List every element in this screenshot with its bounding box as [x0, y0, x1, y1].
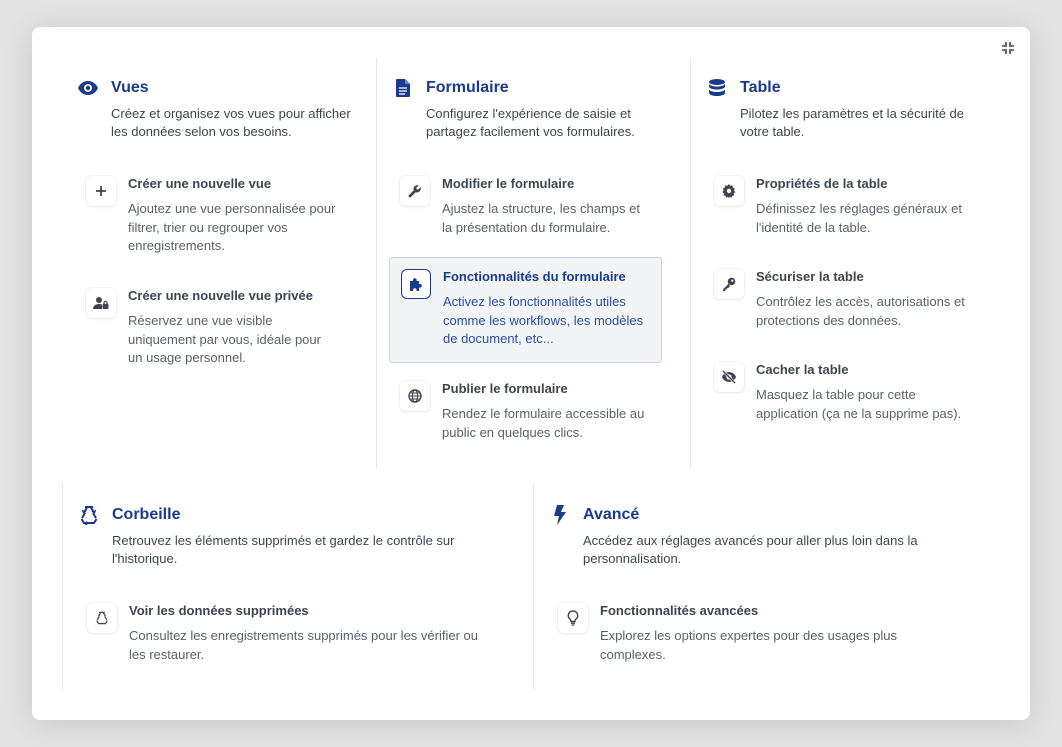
section-description: Retrouvez les éléments supprimés et gard…: [112, 533, 455, 566]
collapse-icon[interactable]: [997, 40, 1019, 56]
secure-table-item[interactable]: Sécuriser la table Contrôlez les accès, …: [714, 269, 984, 330]
user-lock-icon: [86, 288, 116, 318]
publish-form-item[interactable]: Publier le formulaire Rendez le formulai…: [400, 381, 660, 442]
item-title: Publier le formulaire: [442, 381, 568, 396]
wrench-icon: [400, 176, 430, 206]
form-features-item[interactable]: Fonctionnalités du formulaire Activez le…: [389, 257, 662, 363]
item-title: Cacher la table: [756, 362, 849, 377]
item-title: Propriétés de la table: [756, 176, 888, 191]
item-description: Masquez la table pour cette application …: [756, 387, 962, 421]
section-title: Avancé: [583, 506, 640, 523]
section-table: Table Pilotez les paramètres et la sécur…: [706, 77, 975, 141]
view-deleted-data-item[interactable]: Voir les données supprimées Consultez le…: [87, 603, 507, 664]
divider: [533, 483, 534, 690]
divider: [376, 58, 377, 468]
section-corbeille: Corbeille Retrouvez les éléments supprim…: [78, 504, 472, 568]
globe-icon: [400, 381, 430, 411]
plus-icon: [86, 176, 116, 206]
item-description: Ajoutez une vue personnalisée pour filtr…: [128, 201, 336, 253]
section-description: Configurez l'expérience de saisie et par…: [426, 106, 635, 139]
item-description: Ajustez la structure, les champs et la p…: [442, 201, 640, 235]
item-description: Contrôlez les accès, autorisations et pr…: [756, 294, 965, 328]
item-title: Modifier le formulaire: [442, 176, 575, 191]
item-title: Voir les données supprimées: [129, 603, 309, 618]
section-title: Corbeille: [112, 506, 181, 523]
lightbulb-icon: [558, 603, 588, 633]
section-description: Créez et organisez vos vues pour affiche…: [111, 106, 351, 139]
advanced-features-item[interactable]: Fonctionnalités avancées Explorez les op…: [558, 603, 978, 664]
item-description: Réservez une vue visible uniquement par …: [128, 313, 321, 365]
item-description: Rendez le formulaire accessible au publi…: [442, 406, 645, 440]
key-icon: [714, 269, 744, 299]
table-properties-item[interactable]: Propriétés de la table Définissez les ré…: [714, 176, 984, 237]
section-title: Vues: [111, 79, 149, 96]
section-avance: Avancé Accédez aux réglages avancés pour…: [549, 504, 943, 568]
database-icon: [706, 77, 728, 99]
eye-icon: [77, 77, 99, 99]
create-view-item[interactable]: Créer une nouvelle vue Ajoutez une vue p…: [86, 176, 356, 256]
section-description: Accédez aux réglages avancés pour aller …: [583, 533, 918, 566]
section-title: Table: [740, 79, 781, 96]
section-title: Formulaire: [426, 79, 509, 96]
section-formulaire: Formulaire Configurez l'expérience de sa…: [392, 77, 656, 141]
recycle-icon: [87, 603, 117, 633]
hide-table-item[interactable]: Cacher la table Masquez la table pour ce…: [714, 362, 984, 423]
section-description: Pilotez les paramètres et la sécurité de…: [740, 106, 964, 139]
item-description: Définissez les réglages généraux et l'id…: [756, 201, 962, 235]
item-title: Fonctionnalités du formulaire: [443, 269, 626, 284]
puzzle-icon: [401, 269, 431, 299]
document-icon: [392, 77, 414, 99]
divider: [690, 58, 691, 468]
recycle-icon: [78, 504, 100, 526]
item-description: Consultez les enregistrements supprimés …: [129, 628, 478, 662]
gear-icon: [714, 176, 744, 206]
section-vues: Vues Créez et organisez vos vues pour af…: [77, 77, 351, 141]
item-title: Créer une nouvelle vue: [128, 176, 272, 191]
item-title: Sécuriser la table: [756, 269, 864, 284]
create-private-view-item[interactable]: Créer une nouvelle vue privée Réservez u…: [86, 288, 356, 368]
item-description: Activez les fonctionnalités utiles comme…: [443, 294, 644, 346]
item-title: Fonctionnalités avancées: [600, 603, 759, 618]
lightning-icon: [549, 504, 571, 526]
divider: [62, 483, 63, 690]
item-title: Créer une nouvelle vue privée: [128, 288, 313, 303]
edit-form-item[interactable]: Modifier le formulaire Ajustez la struct…: [400, 176, 660, 237]
item-description: Explorez les options expertes pour des u…: [600, 628, 898, 662]
eye-slash-icon: [714, 362, 744, 392]
